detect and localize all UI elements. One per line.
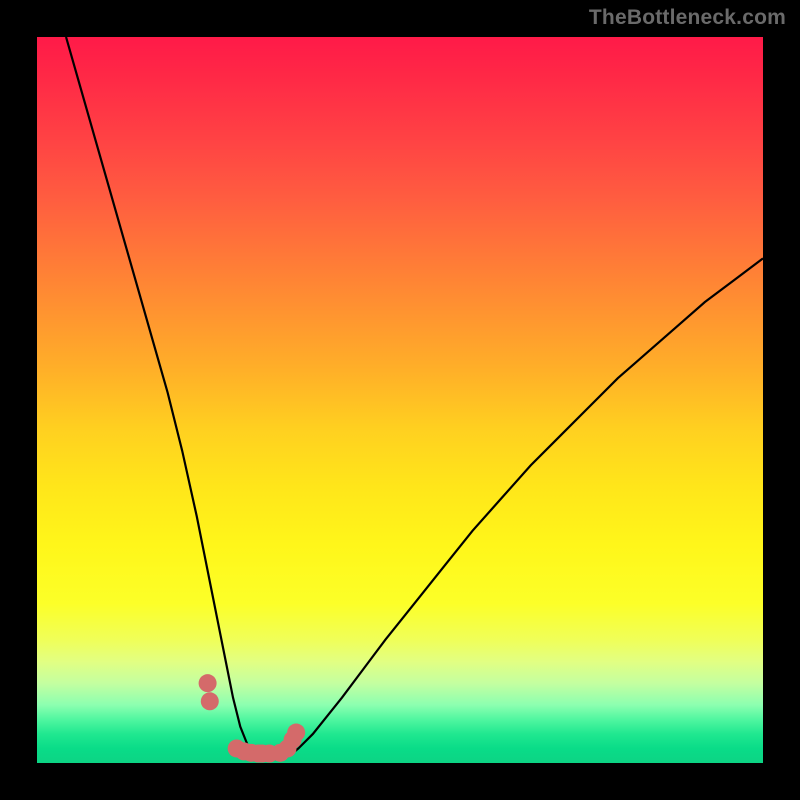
plot-area — [37, 37, 763, 763]
attribution-label: TheBottleneck.com — [589, 6, 786, 30]
bottleneck-curve — [66, 37, 763, 759]
curve-path — [66, 37, 763, 759]
chart-frame: TheBottleneck.com — [0, 0, 800, 800]
data-dot — [199, 674, 217, 692]
data-dot — [287, 724, 305, 742]
curve-layer — [37, 37, 763, 763]
data-dots-group — [199, 674, 306, 762]
data-dot — [201, 692, 219, 710]
